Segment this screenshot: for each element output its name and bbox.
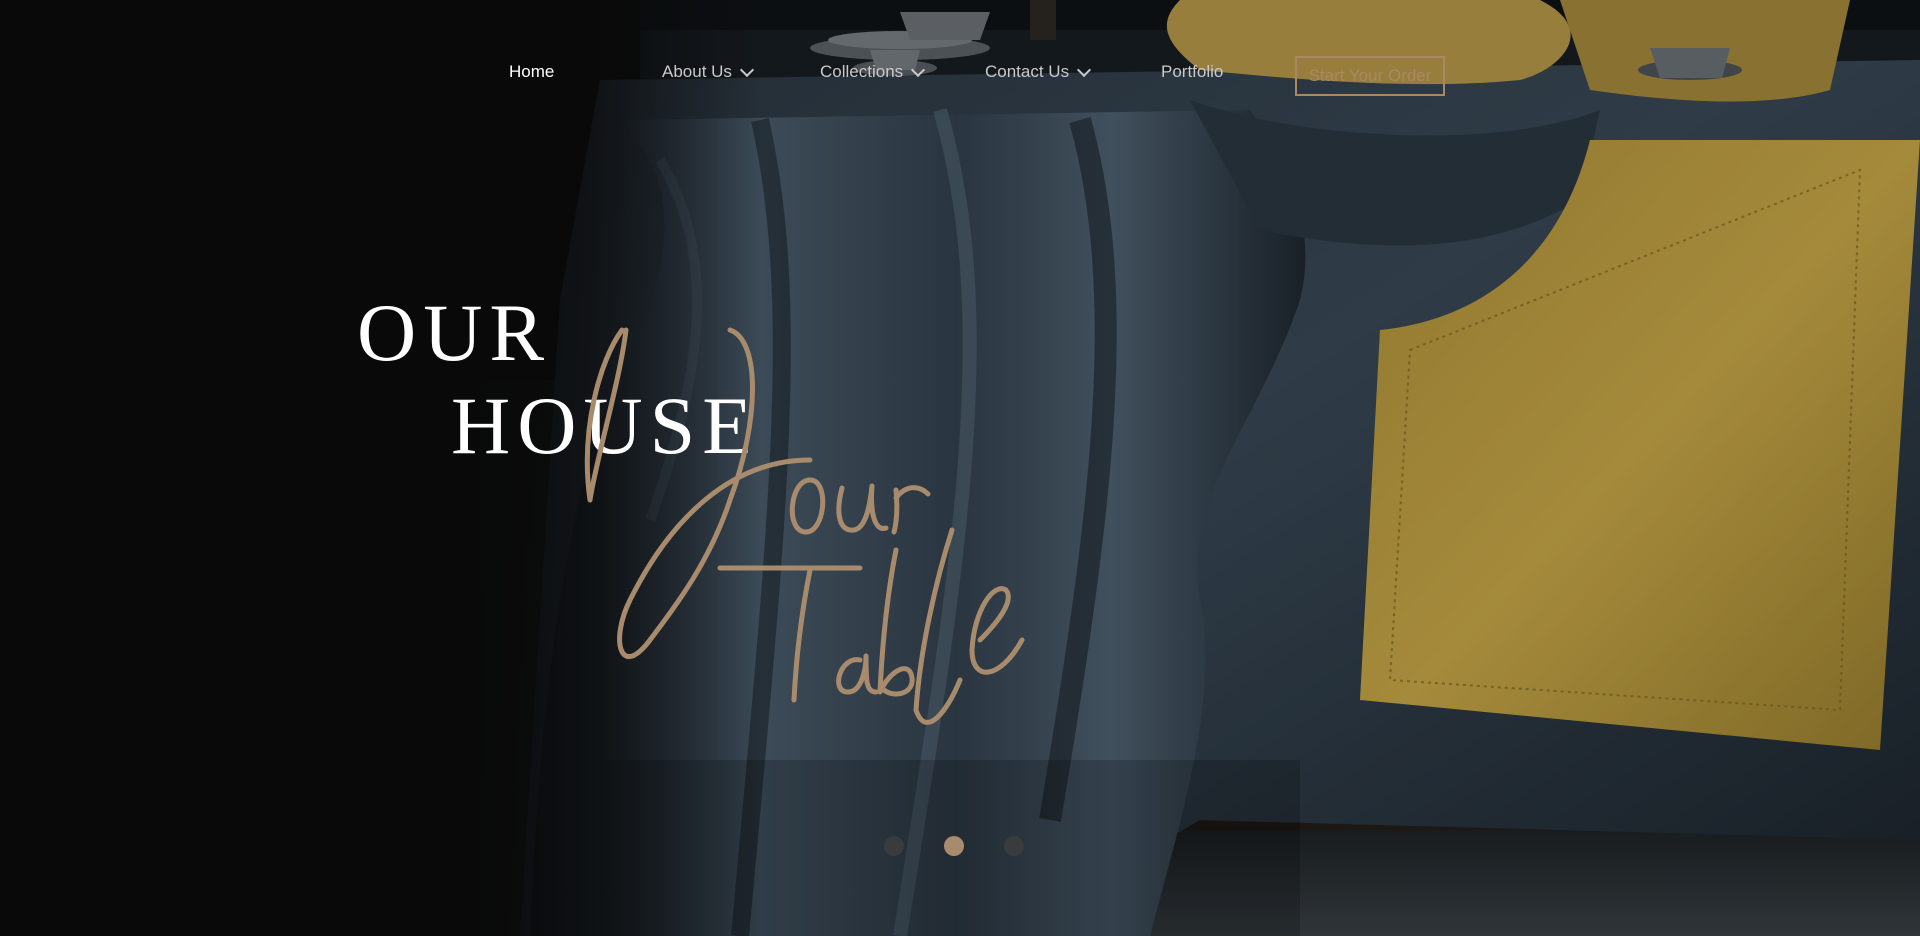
nav-collections-label: Collections xyxy=(820,62,904,81)
slider-dot-3[interactable] xyxy=(1004,836,1024,856)
nav-home-label: Home xyxy=(509,62,555,81)
nav-home[interactable]: Home xyxy=(509,62,554,82)
chevron-down-icon xyxy=(739,62,755,77)
slider-dot-1[interactable] xyxy=(884,836,904,856)
nav-portfolio[interactable]: Portfolio xyxy=(1161,62,1223,82)
nav-portfolio-label: Portfolio xyxy=(1161,62,1224,81)
nav-about-us[interactable]: About Us xyxy=(662,62,755,82)
headline-line-1: OUR xyxy=(357,287,552,378)
nav-contact-us[interactable]: Contact Us xyxy=(985,62,1092,82)
slider-dot-2[interactable] xyxy=(944,836,964,856)
nav-contact-us-label: Contact Us xyxy=(985,62,1070,81)
nav-collections[interactable]: Collections xyxy=(820,62,926,82)
chevron-down-icon xyxy=(911,62,926,77)
script-your-table xyxy=(584,327,1025,725)
nav-about-us-label: About Us xyxy=(662,62,732,81)
main-navigation: Home About Us Collections Contact Us Por… xyxy=(0,0,1920,150)
start-your-order-button[interactable]: Start Your Order xyxy=(1295,56,1445,96)
hero-section: Home About Us Collections Contact Us Por… xyxy=(0,0,1920,936)
slider-pagination xyxy=(884,836,1024,856)
chevron-down-icon xyxy=(1077,62,1092,77)
